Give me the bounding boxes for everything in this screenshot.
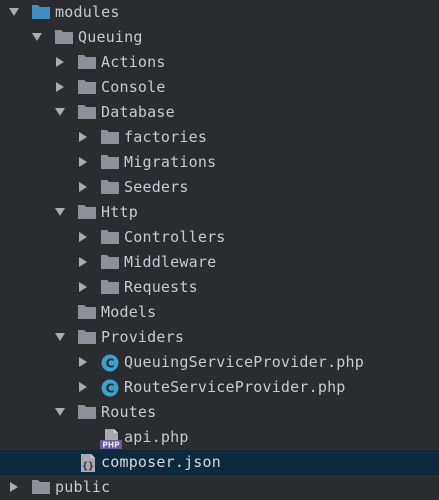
tree-item-label: QueuingServiceProvider.php [124,353,364,371]
tree-item-seeders[interactable]: Seeders [0,175,439,200]
module-folder-icon [32,0,52,25]
tree-item-label: RouteServiceProvider.php [124,378,346,396]
tree-item-middleware[interactable]: Middleware [0,250,439,275]
tree-item-label: Requests [124,278,198,296]
chevron-down-icon[interactable] [54,400,68,425]
chevron-right-icon[interactable] [77,175,91,200]
folder-icon [78,300,98,325]
tree-item-models[interactable]: Models [0,300,439,325]
folder-icon [101,275,121,300]
tree-item-label: Middleware [124,253,217,271]
chevron-down-icon[interactable] [54,325,68,350]
chevron-right-icon[interactable] [54,50,68,75]
tree-item-queuing-service-provider[interactable]: C QueuingServiceProvider.php [0,350,439,375]
folder-icon [101,250,121,275]
tree-item-label: composer.json [101,453,221,471]
tree-item-label: Providers [101,328,185,346]
tree-item-label: api.php [124,428,189,446]
tree-item-composer-json[interactable]: {} composer.json [0,450,439,475]
tree-item-label: public [55,478,111,496]
chevron-right-icon[interactable] [77,225,91,250]
tree-item-http[interactable]: Http [0,200,439,225]
chevron-right-icon[interactable] [77,275,91,300]
chevron-right-icon[interactable] [54,75,68,100]
chevron-down-icon[interactable] [8,0,22,25]
folder-icon [78,325,98,350]
tree-item-actions[interactable]: Actions [0,50,439,75]
tree-item-label: Http [101,203,138,221]
tree-item-label: Queuing [78,28,143,46]
chevron-right-icon[interactable] [77,250,91,275]
tree-item-label: Routes [101,403,157,421]
folder-icon [32,475,52,500]
tree-item-label: modules [55,3,120,21]
project-tree: modules Queuing Actions Console Database… [0,0,439,496]
tree-item-public[interactable]: public [0,475,439,500]
folder-icon [101,225,121,250]
tree-item-label: Console [101,78,166,96]
folder-icon [101,150,121,175]
folder-icon [101,175,121,200]
chevron-down-icon[interactable] [54,200,68,225]
svg-text:PHP: PHP [102,440,120,449]
tree-item-console[interactable]: Console [0,75,439,100]
tree-item-queuing[interactable]: Queuing [0,25,439,50]
tree-item-requests[interactable]: Requests [0,275,439,300]
folder-icon [101,125,121,150]
tree-item-api-php[interactable]: PHP api.php [0,425,439,450]
svg-text:C: C [106,356,115,370]
tree-item-migrations[interactable]: Migrations [0,150,439,175]
tree-item-routes[interactable]: Routes [0,400,439,425]
chevron-down-icon[interactable] [31,25,45,50]
folder-icon [78,200,98,225]
php-file-icon: PHP [100,425,122,450]
svg-text:C: C [106,381,115,395]
tree-item-factories[interactable]: factories [0,125,439,150]
tree-item-modules[interactable]: modules [0,0,439,25]
folder-icon [78,75,98,100]
folder-icon [78,50,98,75]
json-file-icon: {} [79,450,99,475]
chevron-down-icon[interactable] [54,100,68,125]
tree-item-label: Migrations [124,153,217,171]
tree-item-label: Models [101,303,157,321]
tree-item-label: Actions [101,53,166,71]
folder-icon [78,100,98,125]
svg-text:{}: {} [82,461,94,472]
folder-icon [55,25,75,50]
chevron-right-icon[interactable] [77,375,91,400]
tree-item-database[interactable]: Database [0,100,439,125]
tree-item-providers[interactable]: Providers [0,325,439,350]
chevron-right-icon[interactable] [8,475,22,500]
chevron-right-icon[interactable] [77,125,91,150]
tree-item-controllers[interactable]: Controllers [0,225,439,250]
tree-item-label: Seeders [124,178,189,196]
php-class-icon: C [101,350,121,375]
php-class-icon: C [101,375,121,400]
tree-item-label: Database [101,103,175,121]
chevron-right-icon[interactable] [77,150,91,175]
chevron-right-icon[interactable] [77,350,91,375]
tree-item-label: factories [124,128,208,146]
tree-item-route-service-provider[interactable]: C RouteServiceProvider.php [0,375,439,400]
tree-item-label: Controllers [124,228,226,246]
folder-icon [78,400,98,425]
